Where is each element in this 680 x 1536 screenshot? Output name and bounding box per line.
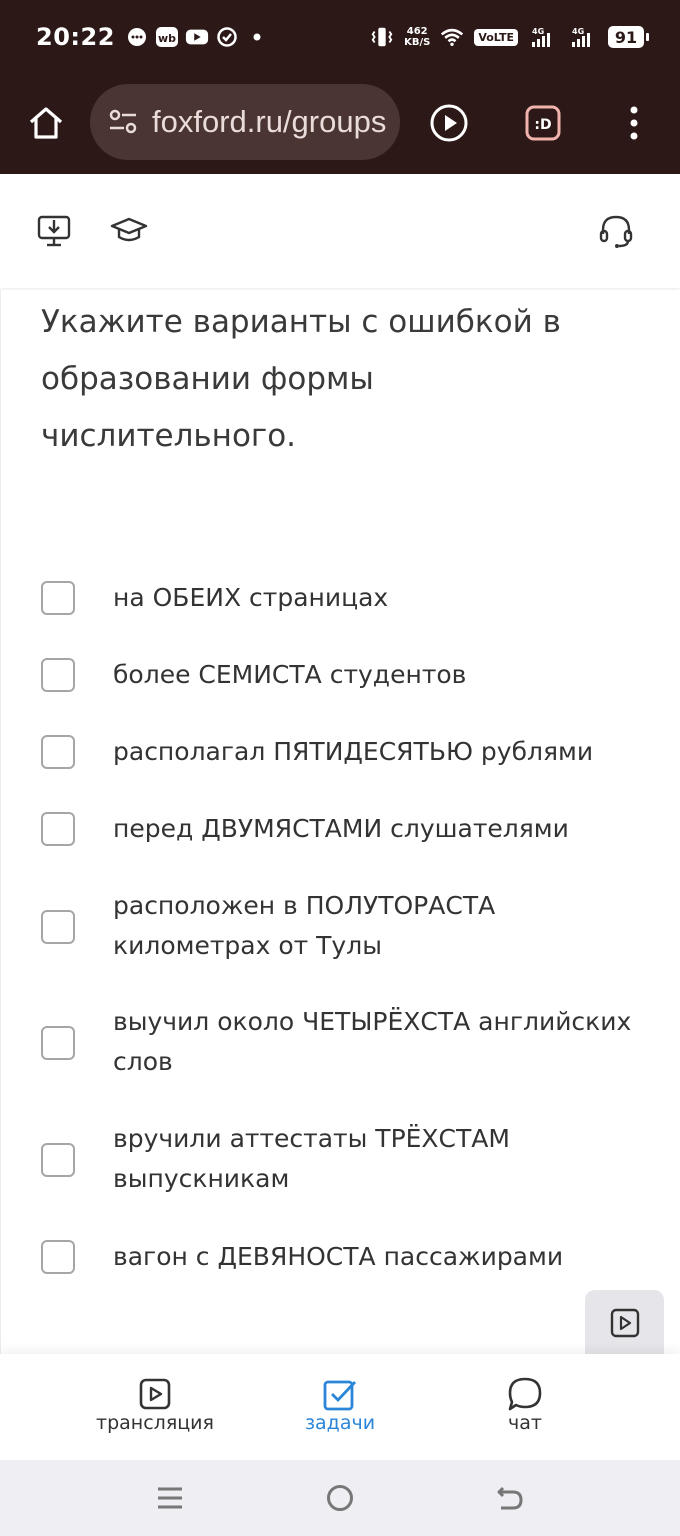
- tab-label: трансляция: [96, 1412, 214, 1434]
- option-label[interactable]: перед ДВУМЯСТАМИ слушателями: [113, 809, 653, 849]
- tab-label: задачи: [304, 1412, 376, 1434]
- chat-bubble-icon: [505, 1374, 545, 1414]
- sim1-signal-icon: 4G: [528, 25, 558, 49]
- sim2-signal-icon: 4G: [568, 25, 598, 49]
- video-toggle-button[interactable]: [585, 1290, 664, 1354]
- recent-apps-icon[interactable]: [150, 1478, 190, 1518]
- option-checkbox[interactable]: [41, 910, 75, 944]
- tab-broadcast[interactable]: трансляция: [75, 1354, 235, 1460]
- status-right-icons: 462 KB/S VoLTE 4G 4G 91: [370, 25, 649, 49]
- option-checkbox[interactable]: [41, 735, 75, 769]
- tab-tasks[interactable]: задачи: [260, 1354, 420, 1460]
- option-label[interactable]: вручили аттестаты ТРЁХСТАМ выпускникам: [113, 1119, 653, 1199]
- browser-toolbar: foxford.ru/groups :D: [0, 74, 680, 174]
- status-bar: 20:22 wb 462 KB/S VoLTE 4G 4G 91: [0, 0, 680, 74]
- system-navigation-bar: [0, 1460, 680, 1536]
- graduation-cap-icon[interactable]: [107, 209, 151, 253]
- option-label[interactable]: на ОБЕИХ страницах: [113, 578, 653, 618]
- notification-icons: wb: [125, 25, 269, 49]
- option-checkbox[interactable]: [41, 1143, 75, 1177]
- net-speed-value: 462: [406, 26, 428, 37]
- option-label[interactable]: выучил около ЧЕТЫРЁХСТА английских слов: [113, 1002, 653, 1082]
- svg-text:wb: wb: [158, 32, 176, 45]
- bottom-navigation: трансляция задачи чат: [0, 1354, 680, 1460]
- home-icon[interactable]: [22, 99, 70, 147]
- dot-icon: [245, 25, 269, 49]
- svg-text:4G: 4G: [532, 27, 544, 36]
- play-square-icon: [610, 1308, 639, 1338]
- url-text[interactable]: foxford.ru/groups: [152, 104, 386, 140]
- checkbox-icon: [320, 1374, 360, 1414]
- option-label[interactable]: вагон с ДЕВЯНОСТА пассажирами: [113, 1237, 653, 1277]
- status-time: 20:22: [36, 23, 115, 51]
- back-arrow-icon[interactable]: [490, 1478, 530, 1518]
- address-bar[interactable]: foxford.ru/groups: [90, 84, 400, 160]
- tab-chat[interactable]: чат: [445, 1354, 605, 1460]
- battery-indicator: 91: [608, 26, 649, 48]
- option-checkbox[interactable]: [41, 812, 75, 846]
- app-toolbar: [0, 174, 680, 288]
- svg-text:4G: 4G: [572, 27, 584, 36]
- volte-badge: VoLTE: [474, 28, 518, 46]
- tab-label: чат: [508, 1412, 542, 1434]
- site-settings-icon[interactable]: [106, 105, 140, 139]
- option-label[interactable]: более СЕМИСТА студентов: [113, 655, 653, 695]
- check-circle-icon: [215, 25, 239, 49]
- download-screen-icon[interactable]: [32, 209, 76, 253]
- task-content: Укажите варианты с ошибкой в образовании…: [0, 290, 680, 1354]
- home-circle-icon[interactable]: [320, 1478, 360, 1518]
- option-label[interactable]: располагал ПЯТИДЕСЯТЬЮ рублями: [113, 732, 653, 772]
- option-checkbox[interactable]: [41, 1026, 75, 1060]
- option-checkbox[interactable]: [41, 658, 75, 692]
- chat-notification-icon: [125, 25, 149, 49]
- option-label[interactable]: расположен в ПОЛУТОРАСТА километрах от Т…: [113, 886, 653, 966]
- youtube-icon: [185, 25, 209, 49]
- net-speed-unit: KB/S: [404, 37, 431, 48]
- extension-icon[interactable]: :D: [522, 102, 564, 144]
- play-square-icon: [135, 1374, 175, 1414]
- wifi-icon: [440, 25, 464, 49]
- more-menu-icon[interactable]: [618, 98, 650, 148]
- media-play-icon[interactable]: [426, 100, 472, 146]
- svg-text::D: :D: [534, 117, 551, 133]
- network-speed: 462 KB/S: [404, 26, 430, 48]
- option-checkbox[interactable]: [41, 581, 75, 615]
- option-checkbox[interactable]: [41, 1240, 75, 1274]
- wb-app-icon: wb: [155, 25, 179, 49]
- question-text: Укажите варианты с ошибкой в образовании…: [41, 304, 561, 454]
- headset-support-icon[interactable]: [594, 209, 638, 253]
- vibrate-icon: [370, 25, 394, 49]
